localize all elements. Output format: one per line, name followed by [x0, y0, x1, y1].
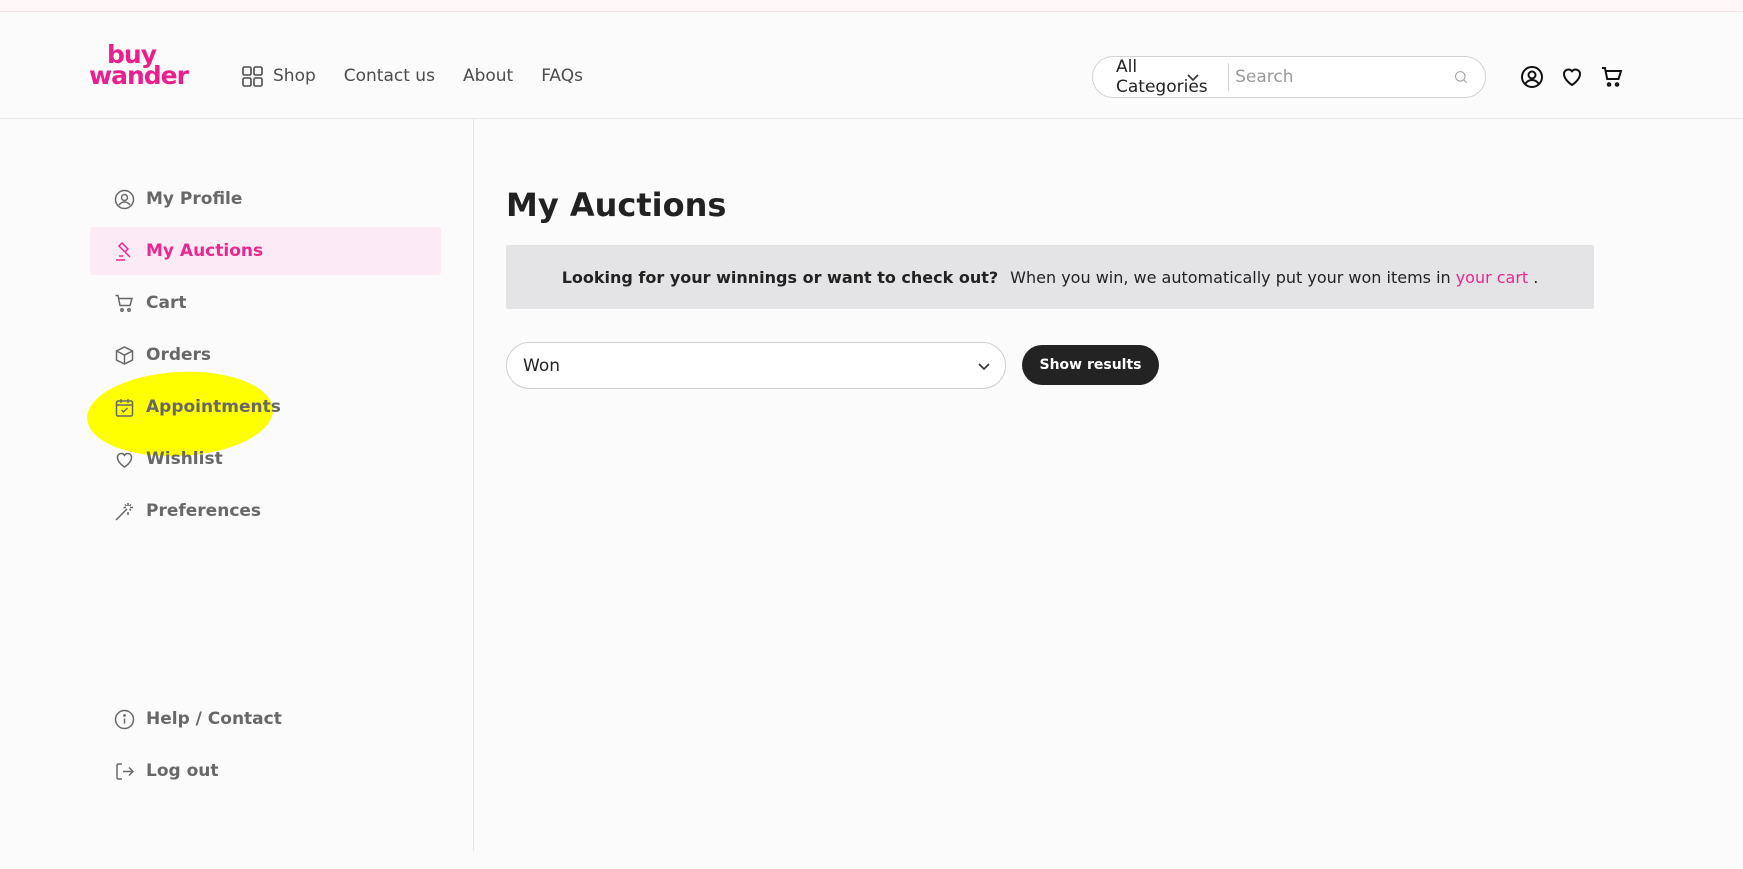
box-icon — [115, 345, 134, 365]
sidebar-item-label: Appointments — [146, 397, 281, 417]
buywander-logo[interactable]: buy wander — [89, 42, 189, 92]
sidebar-item-help-contact[interactable]: Help / Contact — [90, 695, 441, 743]
account-icon[interactable] — [1520, 65, 1544, 89]
search-input[interactable] — [1228, 57, 1455, 97]
nav-contact-us[interactable]: Contact us — [344, 66, 435, 86]
auction-status-dropdown[interactable]: Won — [506, 342, 1006, 389]
nav-shop-label: Shop — [273, 66, 316, 86]
sidebar-item-my-auctions[interactable]: My Auctions — [90, 227, 441, 275]
cart-icon — [115, 294, 133, 312]
sidebar-item-label: My Profile — [146, 189, 243, 209]
main-content: My Auctions Looking for your winnings or… — [506, 119, 1596, 819]
sidebar-item-label: Log out — [146, 761, 219, 781]
nav-about[interactable]: About — [463, 66, 513, 86]
search-bar: All Categories — [1092, 56, 1486, 98]
sidebar-item-label: Cart — [146, 293, 187, 313]
sidebar-item-label: Wishlist — [146, 449, 223, 469]
account-sidebar: My Profile My Auctions Cart Orders Appoi… — [0, 119, 474, 851]
sidebar-item-label: Help / Contact — [146, 709, 282, 729]
info-icon — [114, 709, 135, 729]
your-cart-link[interactable]: your cart — [1456, 268, 1529, 287]
notice-bold-text: Looking for your winnings or want to che… — [561, 267, 999, 287]
sidebar-item-wishlist[interactable]: Wishlist — [90, 435, 441, 483]
category-dropdown-value: All Categories — [1116, 57, 1208, 97]
sidebar-item-preferences[interactable]: Preferences — [90, 487, 441, 535]
grid-icon — [242, 65, 263, 87]
nav-shop[interactable]: Shop — [242, 65, 316, 87]
search-icon[interactable] — [1454, 66, 1468, 88]
notice-text: When you win, we automatically put your … — [1010, 267, 1451, 287]
heart-icon — [116, 452, 133, 468]
notice-end: . — [1533, 267, 1539, 287]
sidebar-item-my-profile[interactable]: My Profile — [90, 175, 441, 223]
nav-faqs[interactable]: FAQs — [541, 66, 583, 86]
winnings-notice-banner: Looking for your winnings or want to che… — [506, 245, 1594, 309]
sidebar-item-label: Orders — [146, 345, 212, 365]
chevron-down-icon — [1186, 74, 1199, 82]
magic-wand-icon — [115, 502, 133, 521]
sidebar-item-orders[interactable]: Orders — [90, 331, 441, 379]
sidebar-item-label: My Auctions — [146, 241, 264, 261]
top-banner-strip — [0, 0, 1743, 12]
logout-icon — [116, 762, 135, 780]
calendar-check-icon — [115, 398, 134, 417]
user-circle-icon — [114, 189, 135, 209]
category-dropdown[interactable]: All Categories — [1093, 57, 1228, 97]
chevron-down-icon — [978, 363, 990, 371]
gavel-icon — [116, 241, 131, 261]
sidebar-item-log-out[interactable]: Log out — [90, 747, 441, 795]
show-results-button[interactable]: Show results — [1022, 345, 1159, 385]
page-title: My Auctions — [506, 186, 727, 224]
cart-icon[interactable] — [1600, 65, 1624, 89]
wishlist-heart-icon[interactable] — [1560, 65, 1584, 89]
sidebar-item-appointments[interactable]: Appointments — [90, 383, 441, 431]
sidebar-item-label: Preferences — [146, 501, 262, 521]
auction-status-value: Won — [523, 355, 560, 376]
header-icons — [1520, 65, 1640, 89]
site-header: buy wander Shop Contact us About FAQs Al… — [0, 12, 1743, 119]
sidebar-item-cart[interactable]: Cart — [90, 279, 441, 327]
main-nav: Shop Contact us About FAQs — [242, 52, 611, 100]
